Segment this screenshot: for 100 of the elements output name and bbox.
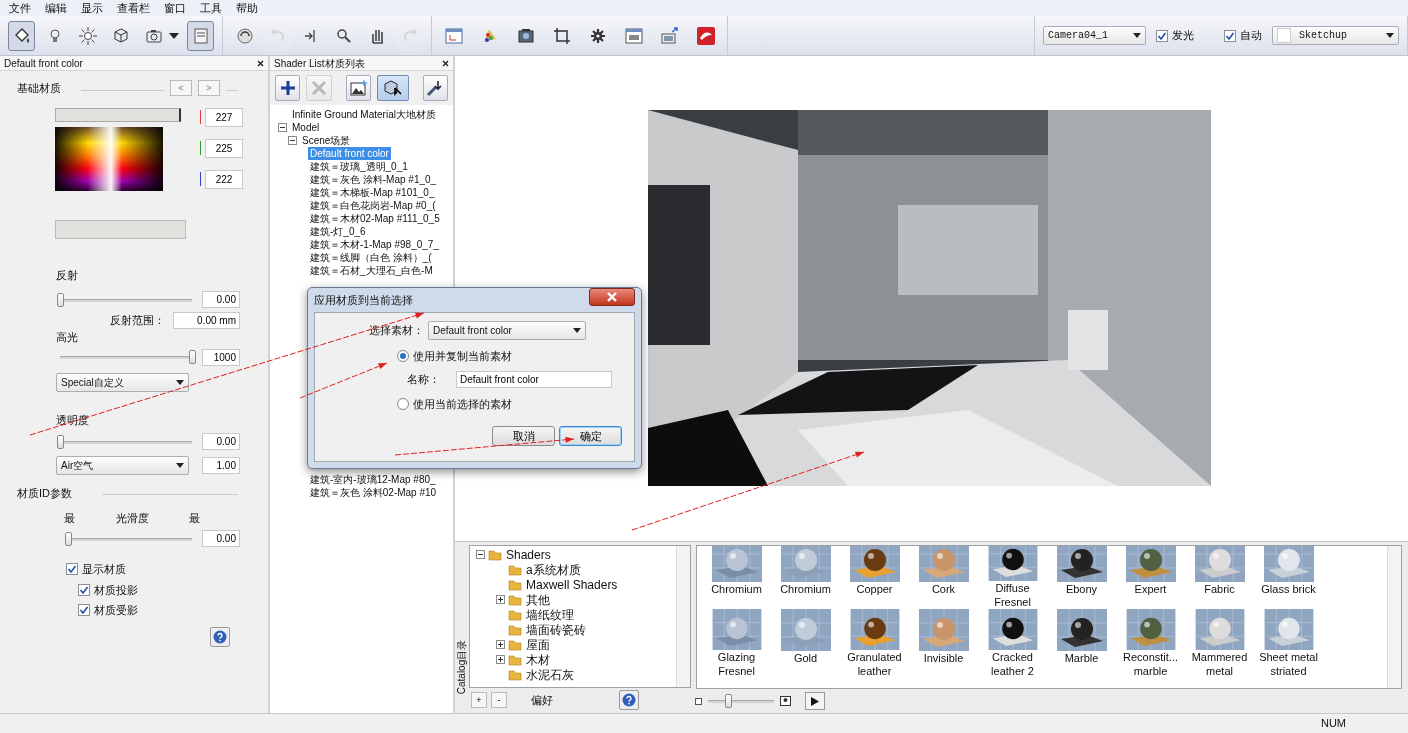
slider-thumb[interactable] [57, 434, 64, 449]
tree-item[interactable]: 建筑＝木材02-Map #111_0_5 [308, 212, 442, 225]
checkbox[interactable] [78, 604, 90, 617]
expand-icon[interactable] [496, 595, 505, 604]
checkbox[interactable] [1224, 29, 1236, 42]
close-icon[interactable] [257, 59, 264, 67]
field-label: 反射范围： [110, 313, 165, 329]
screen-icon [623, 25, 644, 46]
close-icon[interactable] [442, 59, 449, 67]
folder-icon [508, 668, 522, 681]
help-button[interactable] [619, 690, 639, 710]
tree-item[interactable]: 建筑-灯_0_6 [308, 225, 368, 238]
menu-item[interactable]: 显示 [74, 0, 110, 16]
dialog-title: 应用材质到当前选择 [314, 292, 413, 308]
dialog-button[interactable]: 确定 [559, 426, 622, 446]
menu-item[interactable]: 编辑 [38, 0, 74, 16]
folder-icon [488, 548, 502, 561]
medium-dropdown[interactable]: Air空气 [56, 456, 189, 475]
help-button[interactable] [210, 626, 230, 647]
slider-thumb[interactable] [65, 531, 72, 546]
value-field[interactable]: 0.00 [202, 530, 240, 547]
menu-item[interactable]: 工具 [193, 0, 229, 16]
check-icon [67, 564, 77, 575]
tree-item[interactable]: 建筑＝白色花岗岩-Map #0_( [308, 199, 438, 212]
panel-button[interactable] [187, 20, 214, 51]
thumbnail-label: Diffuse Fresnel [993, 581, 1032, 609]
checkbox[interactable] [1156, 29, 1168, 42]
slider-thumb[interactable] [57, 292, 64, 307]
name-field[interactable]: Default front color [456, 370, 612, 388]
scrollbar[interactable] [676, 546, 690, 687]
close-button[interactable] [589, 288, 635, 306]
collapse-icon[interactable] [476, 550, 485, 559]
slider-thumb[interactable] [189, 350, 196, 364]
menu-item[interactable]: 窗口 [157, 0, 193, 16]
expand-icon[interactable] [496, 655, 505, 664]
thumbnail-label: Copper [855, 582, 894, 596]
nav-button[interactable]: > [198, 80, 220, 97]
dialog-button[interactable]: 取消 [492, 426, 555, 446]
tree-item[interactable]: Scene场景 [300, 134, 353, 147]
color-value-field[interactable]: 225 [205, 138, 243, 158]
value-field[interactable]: 1.00 [202, 457, 240, 474]
section-title: 材质ID参数 [17, 486, 72, 501]
material-dropdown[interactable]: Default front color [428, 321, 586, 340]
side-label: Catalog目录 [456, 639, 468, 695]
value-field[interactable]: 1000 [202, 348, 240, 366]
folder-icon [508, 623, 522, 636]
folder-icon [508, 638, 522, 651]
small-thumbnail-icon [695, 697, 702, 705]
radio-button[interactable] [397, 397, 409, 410]
field-label: 高光 [56, 330, 79, 345]
tree-item[interactable]: 建筑＝木材-1-Map #98_0_7_ [308, 238, 441, 251]
footer-button[interactable]: + [471, 692, 487, 708]
panel-title: Default front color [4, 56, 83, 71]
value-field[interactable]: 0.00 mm [173, 312, 240, 329]
menu-item[interactable]: 查看栏 [110, 0, 157, 16]
preset-dropdown[interactable]: Special自定义 [56, 372, 189, 392]
panel-title: Shader List材质列表 [274, 56, 365, 71]
camera-dropdown[interactable]: Camera04_1 [1043, 26, 1146, 45]
slider-label: 光滑度 [115, 510, 149, 526]
tree-item[interactable]: 建筑＝木梯板-Map #101_0_ [308, 186, 437, 199]
tree-item[interactable]: 建筑＝线脚（白色 涂料）_( [308, 251, 434, 264]
expand-icon[interactable] [496, 640, 505, 649]
crop-icon [551, 25, 572, 46]
menu-item[interactable]: 文件 [2, 0, 38, 16]
scrollbar[interactable] [1387, 546, 1401, 688]
radio-button[interactable] [397, 350, 409, 363]
tree-item[interactable]: 建筑＝灰色 涂料02-Map #10 [308, 486, 439, 499]
apply-material-button[interactable] [377, 75, 409, 101]
tree-item[interactable]: 建筑＝玻璃_透明_0_1 [308, 160, 410, 173]
tree-item[interactable]: 建筑＝灰色 涂料-Map #1_0_ [308, 173, 439, 186]
slider-thumb[interactable] [724, 694, 732, 708]
radio-label: 使用当前选择的素材 [413, 396, 512, 412]
collapse-icon[interactable] [278, 123, 287, 132]
color-value-field[interactable]: 222 [205, 169, 243, 189]
nav-button[interactable]: < [170, 80, 192, 97]
play-button[interactable] [805, 692, 825, 710]
tree-item[interactable]: 建筑-室内-玻璃12-Map #80_ [308, 473, 438, 486]
color-spectrum[interactable] [55, 126, 163, 191]
menu-item[interactable]: 帮助 [229, 0, 265, 16]
caret-icon [1386, 33, 1394, 38]
tree-item[interactable]: 建筑＝石材_大理石_白色-M [308, 264, 435, 277]
help-icon [622, 693, 636, 707]
renderer-dropdown[interactable]: Sketchup [1272, 26, 1399, 45]
thumbnail-label: Mammered metal [1190, 650, 1249, 678]
export-icon [659, 25, 680, 46]
tree-item[interactable]: Model [290, 121, 322, 134]
collapse-icon[interactable] [288, 136, 297, 145]
checkbox[interactable] [66, 563, 78, 576]
pick-material-button[interactable] [422, 75, 448, 101]
color-value-field[interactable]: 227 [205, 107, 243, 127]
checkbox-label: 显示材质 [82, 562, 126, 577]
add-button[interactable] [275, 75, 301, 101]
footer-button[interactable]: - [491, 692, 507, 708]
value-field[interactable]: 0.00 [202, 291, 240, 308]
new-image-button[interactable] [345, 75, 372, 101]
paint-bucket-button[interactable] [8, 20, 35, 51]
checkbox[interactable] [78, 583, 90, 596]
help-icon [213, 629, 227, 644]
tree-item[interactable]: Infinite Ground Material大地材质 [290, 108, 438, 121]
value-field[interactable]: 0.00 [202, 433, 240, 450]
